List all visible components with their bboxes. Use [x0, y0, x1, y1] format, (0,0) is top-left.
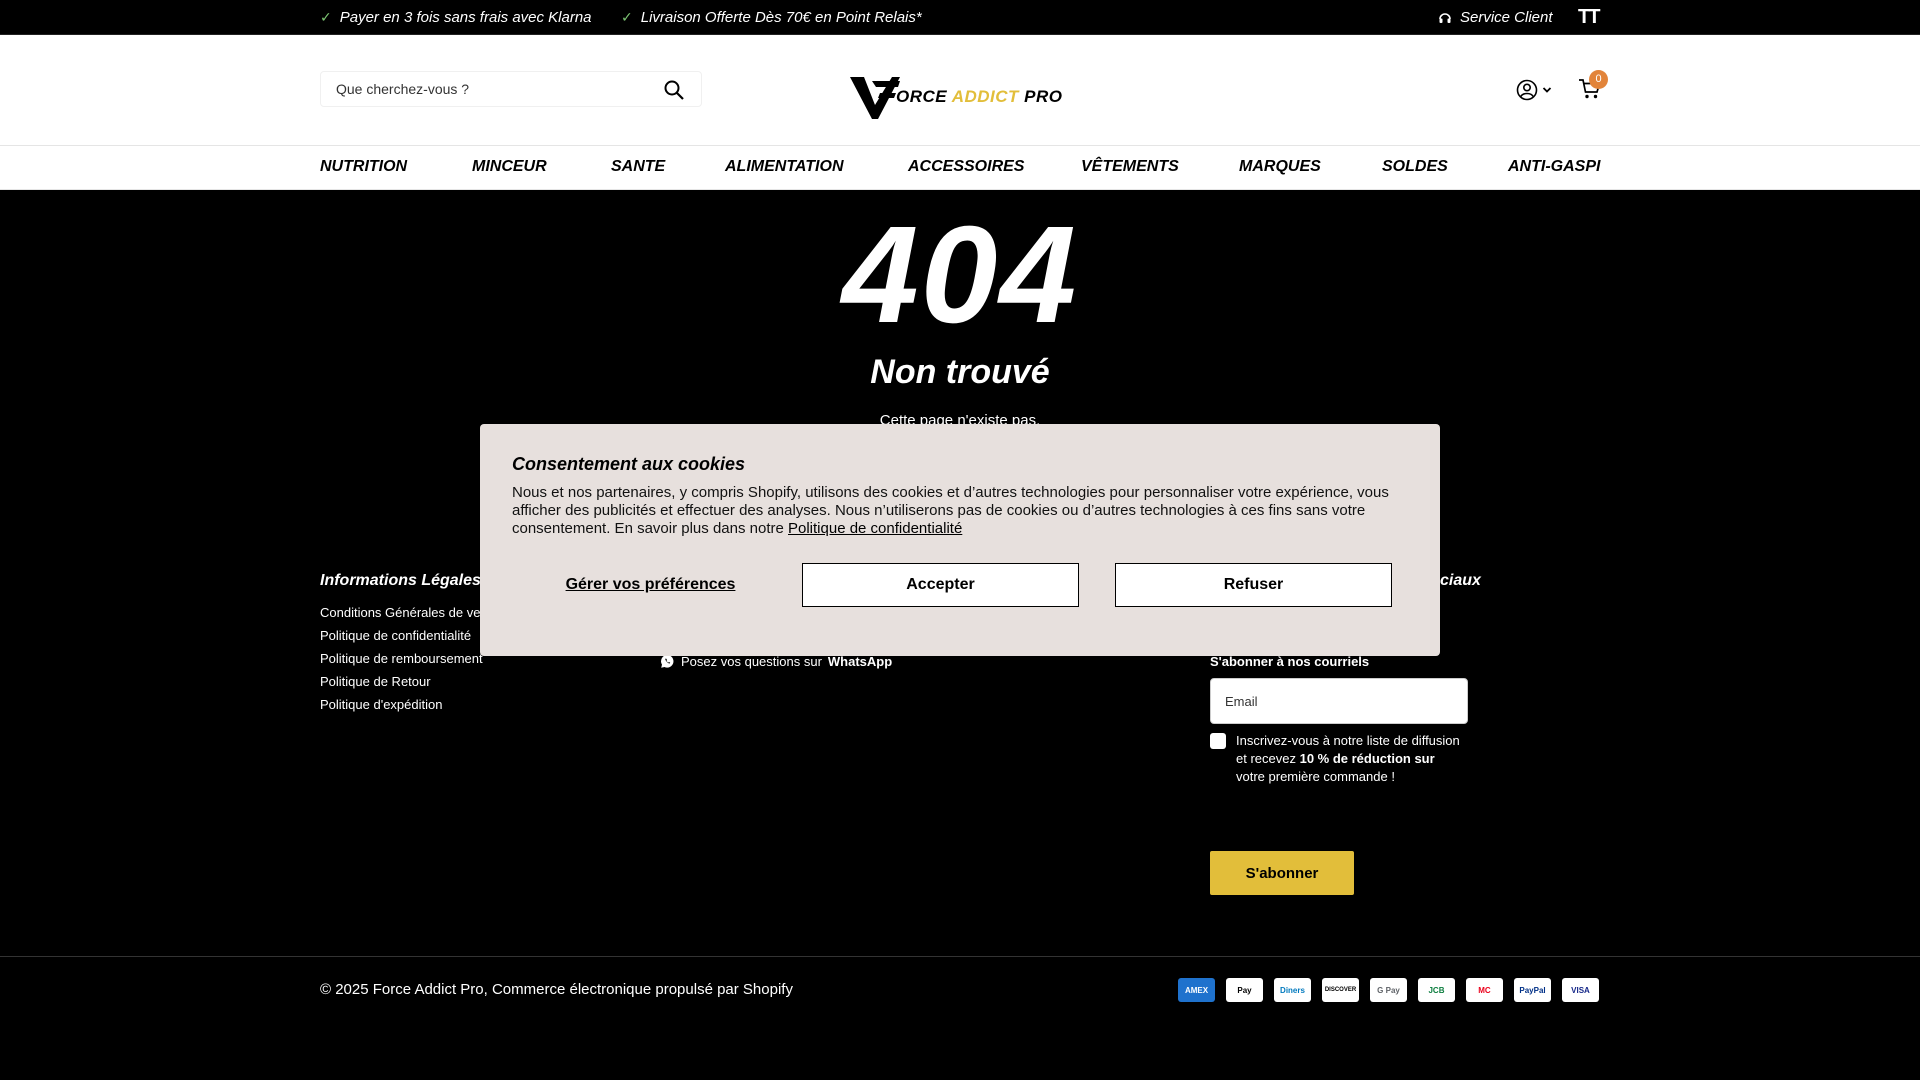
footer-divider	[0, 956, 1920, 957]
check-icon: ✓	[320, 9, 332, 25]
chevron-down-icon	[1542, 87, 1552, 93]
user-icon	[1516, 79, 1538, 101]
error-code: 404	[841, 198, 1079, 352]
jcb-icon: JCB	[1418, 978, 1455, 1002]
account-menu[interactable]	[1516, 79, 1552, 101]
main-nav: NUTRITION MINCEUR SANTE ALIMENTATION ACC…	[0, 145, 1920, 190]
site-header: ORCE ADDICT PRO 0	[0, 35, 1920, 145]
nav-item-accessoires[interactable]: ACCESSOIRES	[908, 158, 1024, 176]
diners-icon: Diners	[1274, 978, 1311, 1002]
social-title: ciaux	[1440, 572, 1481, 589]
perk-klarna: ✓ Payer en 3 fois sans frais avec Klarna	[320, 9, 592, 26]
amex-icon: AMEX	[1178, 978, 1215, 1002]
cookie-title: Consentement aux cookies	[512, 454, 746, 474]
newsletter-title: S'abonner à nos courriels	[1210, 654, 1370, 669]
search-input[interactable]	[321, 72, 651, 106]
nav-item-vetements[interactable]: VÊTEMENTS	[1081, 158, 1179, 176]
search-box	[320, 71, 702, 107]
error-title: Non trouvé	[870, 353, 1050, 391]
optin-text: Inscrivez-vous à notre liste de diffusio…	[1236, 733, 1460, 784]
perk-shipping: ✓ Livraison Offerte Dès 70€ en Point Rel…	[621, 9, 922, 26]
nav-item-marques[interactable]: MARQUES	[1239, 158, 1321, 176]
subscribe-button[interactable]: S'abonner	[1210, 851, 1354, 895]
cart-count-badge: 0	[1589, 70, 1608, 89]
site-logo[interactable]: ORCE ADDICT PRO	[848, 71, 1070, 123]
whatsapp-label: WhatsApp	[827, 654, 893, 669]
nav-item-minceur[interactable]: MINCEUR	[472, 158, 547, 176]
optin-checkbox[interactable]	[1210, 733, 1226, 749]
paypal-icon: PayPal	[1514, 978, 1551, 1002]
logo-mark	[850, 77, 900, 119]
email-field[interactable]	[1210, 678, 1468, 724]
text-size-icon[interactable]: TT	[1578, 6, 1600, 29]
manage-preferences-button[interactable]: Gérer vos préférences	[512, 563, 789, 607]
payment-icons: AMEX Pay Diners DISCOVER G Pay JCB MC Pa…	[1178, 978, 1599, 1002]
privacy-policy-link[interactable]: Politique de confidentialité	[788, 520, 962, 537]
cookie-body: Nous et nos partenaires, y compris Shopi…	[512, 484, 1389, 537]
apple-pay-icon: Pay	[1226, 978, 1263, 1002]
accept-button[interactable]: Accepter	[802, 563, 1079, 607]
nav-item-anti-gaspi[interactable]: ANTI-GASPI	[1508, 158, 1600, 176]
announcement-bar: ✓ Payer en 3 fois sans frais avec Klarna…	[0, 0, 1920, 35]
newsletter-optin: Inscrivez-vous à notre liste de diffusio…	[1210, 732, 1460, 786]
whatsapp-prefix: Posez vos questions sur	[681, 654, 822, 669]
nav-item-nutrition[interactable]: NUTRITION	[320, 158, 407, 176]
whatsapp-link[interactable]: Posez vos questions sur WhatsApp	[660, 654, 892, 669]
check-icon: ✓	[621, 9, 633, 25]
perk-label: Payer en 3 fois sans frais avec Klarna	[339, 9, 592, 26]
link-shipping[interactable]: Politique d'expédition	[320, 693, 510, 716]
search-icon[interactable]	[663, 79, 685, 101]
discover-icon: DISCOVER	[1322, 978, 1359, 1002]
whatsapp-icon	[661, 654, 674, 668]
perk-label: Livraison Offerte Dès 70€ en Point Relai…	[640, 9, 922, 26]
nav-item-alimentation[interactable]: ALIMENTATION	[725, 158, 844, 176]
cookie-consent-dialog: Consentement aux cookies Nous et nos par…	[480, 424, 1440, 656]
visa-icon: VISA	[1562, 978, 1599, 1002]
legal-title: Informations Légales	[320, 572, 481, 589]
headset-icon	[1439, 12, 1451, 23]
refuse-button[interactable]: Refuser	[1115, 563, 1392, 607]
service-client-link[interactable]: Service Client	[1438, 9, 1553, 26]
mastercard-icon: MC	[1466, 978, 1503, 1002]
nav-item-soldes[interactable]: SOLDES	[1382, 158, 1448, 176]
logo-wordmark: ORCE ADDICT PRO	[896, 87, 1063, 106]
service-client-label: Service Client	[1460, 9, 1553, 26]
link-return[interactable]: Politique de Retour	[320, 670, 510, 693]
nav-item-sante[interactable]: SANTE	[611, 158, 665, 176]
copyright: © 2025 Force Addict Pro, Commerce électr…	[320, 981, 793, 998]
google-pay-icon: G Pay	[1370, 978, 1407, 1002]
